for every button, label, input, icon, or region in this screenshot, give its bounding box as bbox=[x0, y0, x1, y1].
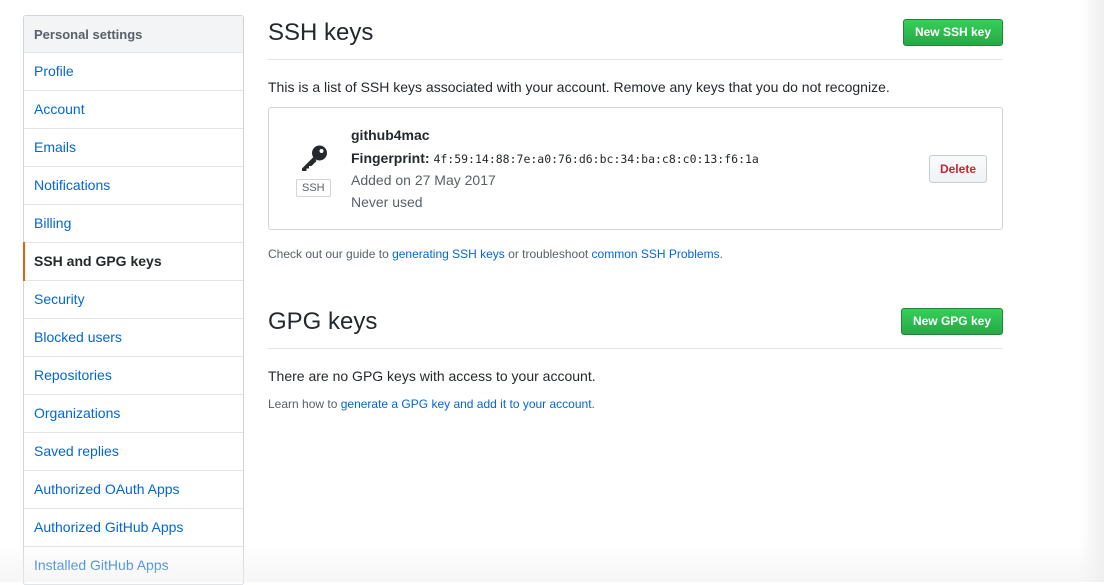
ssh-type-badge: SSH bbox=[296, 179, 331, 197]
sidebar-item-saved-replies[interactable]: Saved replies bbox=[24, 433, 243, 471]
sidebar-item-security[interactable]: Security bbox=[24, 281, 243, 319]
sidebar-item-profile[interactable]: Profile bbox=[24, 53, 243, 91]
fingerprint-value: 4f:59:14:88:7e:a0:76:d6:bc:34:ba:c8:c0:1… bbox=[433, 152, 759, 166]
learn-prefix: Learn how to bbox=[268, 397, 341, 411]
settings-sidebar: Personal settings Profile Account Emails… bbox=[23, 15, 244, 585]
common-ssh-problems-link[interactable]: common SSH Problems bbox=[592, 247, 720, 261]
sidebar-item-authorized-oauth-apps[interactable]: Authorized OAuth Apps bbox=[24, 471, 243, 509]
sidebar-item-notifications[interactable]: Notifications bbox=[24, 167, 243, 205]
sidebar-item-organizations[interactable]: Organizations bbox=[24, 395, 243, 433]
new-gpg-key-button[interactable]: New GPG key bbox=[900, 308, 1003, 335]
gpg-section: GPG keys New GPG key bbox=[268, 289, 1003, 349]
ssh-key-item: SSH github4mac Fingerprint: 4f:59:14:88:… bbox=[268, 107, 1003, 230]
sidebar-item-repositories[interactable]: Repositories bbox=[24, 357, 243, 395]
generating-ssh-keys-link[interactable]: generating SSH keys bbox=[392, 247, 505, 261]
fingerprint-label: Fingerprint: bbox=[351, 150, 430, 166]
ssh-section-header: SSH keys New SSH key bbox=[268, 0, 1003, 60]
ssh-keys-title: SSH keys bbox=[268, 19, 374, 46]
delete-ssh-key-button[interactable]: Delete bbox=[928, 155, 987, 183]
sidebar-item-authorized-github-apps[interactable]: Authorized GitHub Apps bbox=[24, 509, 243, 547]
sidebar-item-installed-github-apps[interactable]: Installed GitHub Apps bbox=[24, 547, 243, 585]
sidebar-item-emails[interactable]: Emails bbox=[24, 129, 243, 167]
sidebar-item-ssh-gpg-keys[interactable]: SSH and GPG keys bbox=[23, 242, 243, 281]
learn-suffix: . bbox=[591, 397, 595, 411]
sidebar-header: Personal settings bbox=[24, 16, 243, 53]
gpg-learn-text: Learn how to generate a GPG key and add … bbox=[268, 397, 595, 411]
guide-prefix: Check out our guide to bbox=[268, 247, 393, 261]
generate-gpg-key-link[interactable]: generate a GPG key and add it to your ac… bbox=[341, 397, 592, 411]
ssh-intro-text: This is a list of SSH keys associated wi… bbox=[268, 79, 890, 95]
ssh-key-fingerprint: Fingerprint: 4f:59:14:88:7e:a0:76:d6:bc:… bbox=[351, 150, 759, 166]
key-icon bbox=[302, 145, 327, 171]
sidebar-item-account[interactable]: Account bbox=[24, 91, 243, 129]
sidebar-item-billing[interactable]: Billing bbox=[24, 205, 243, 243]
guide-middle: or troubleshoot bbox=[504, 247, 592, 261]
gpg-section-header: GPG keys New GPG key bbox=[268, 289, 1003, 349]
right-edge-shadow bbox=[1080, 0, 1104, 582]
gpg-keys-title: GPG keys bbox=[268, 308, 378, 335]
new-ssh-key-button[interactable]: New SSH key bbox=[902, 19, 1003, 46]
ssh-key-name: github4mac bbox=[351, 127, 430, 143]
main-content: SSH keys New SSH key This is a list of S… bbox=[268, 0, 1003, 411]
gpg-empty-message: There are no GPG keys with access to you… bbox=[268, 368, 596, 384]
sidebar-item-blocked-users[interactable]: Blocked users bbox=[24, 319, 243, 357]
ssh-key-added-date: Added on 27 May 2017 bbox=[351, 172, 496, 188]
ssh-key-last-used: Never used bbox=[351, 194, 423, 210]
guide-suffix: . bbox=[719, 247, 723, 261]
ssh-guide-text: Check out our guide to generating SSH ke… bbox=[268, 247, 723, 261]
